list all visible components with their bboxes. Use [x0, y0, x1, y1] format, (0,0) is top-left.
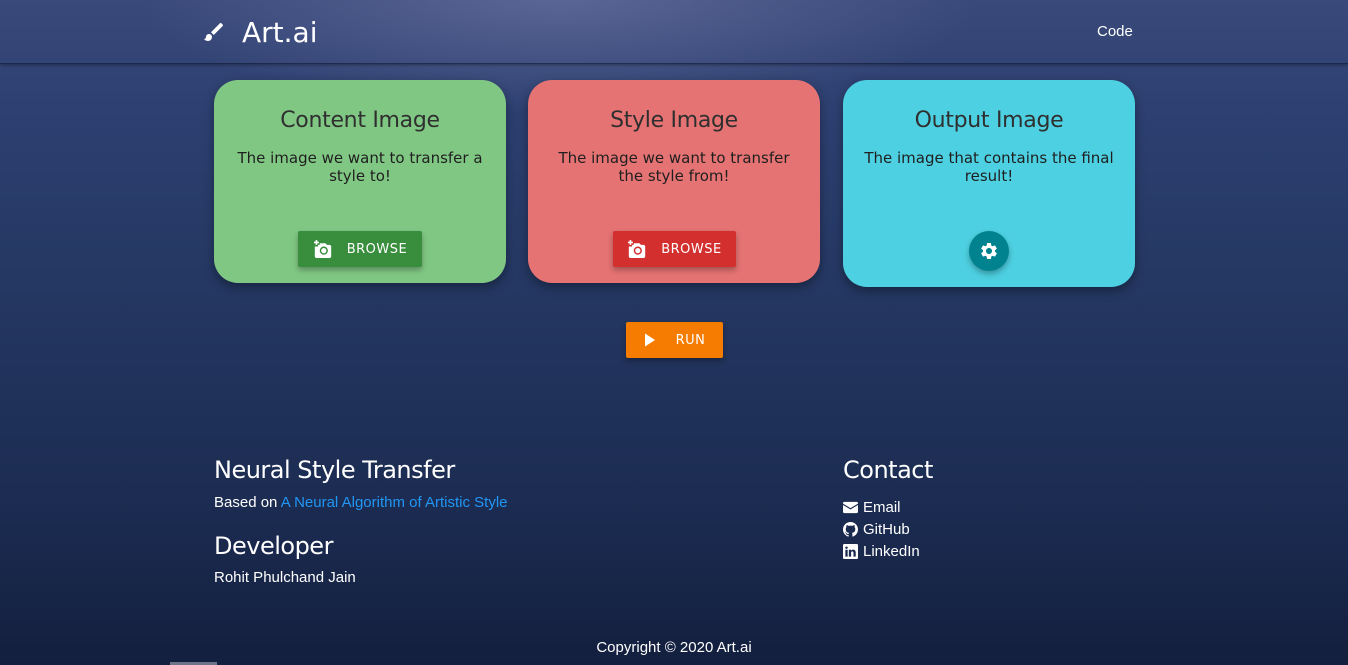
style-image-card: Style Image The image we want to transfe…	[528, 80, 820, 283]
play-icon	[644, 333, 655, 347]
output-card-description: The image that contains the final result…	[864, 149, 1114, 185]
style-card-title: Style Image	[610, 108, 738, 133]
add-photo-icon	[313, 240, 331, 258]
gear-icon	[981, 243, 997, 259]
about-heading: Neural Style Transfer	[214, 456, 455, 484]
paper-link[interactable]: A Neural Algorithm of Artistic Style	[281, 494, 508, 511]
content-image-card: Content Image The image we want to trans…	[214, 80, 506, 283]
developer-name: Rohit Phulchand Jain	[214, 569, 356, 586]
content-card-description: The image we want to transfer a style to…	[237, 149, 483, 185]
run-label: RUN	[675, 332, 706, 348]
based-on-text: Based on A Neural Algorithm of Artistic …	[214, 494, 508, 511]
style-card-description: The image we want to transfer the style …	[558, 149, 790, 185]
output-card-title: Output Image	[914, 108, 1064, 133]
style-browse-label: BROWSE	[661, 241, 722, 257]
linkedin-icon	[843, 544, 858, 559]
output-image-card: Output Image The image that contains the…	[843, 80, 1135, 287]
run-button[interactable]: RUN	[626, 322, 723, 358]
developer-heading: Developer	[214, 532, 333, 560]
code-link[interactable]: Code	[1097, 23, 1133, 40]
paintbrush-icon	[204, 22, 224, 41]
content-browse-button[interactable]: BROWSE	[298, 231, 422, 267]
contact-linkedin-link[interactable]: LinkedIn	[843, 543, 920, 560]
style-browse-button[interactable]: BROWSE	[613, 231, 736, 267]
contact-email-link[interactable]: Email	[843, 499, 901, 516]
content-browse-label: BROWSE	[346, 241, 408, 257]
navbar: Art.ai Code	[0, 0, 1348, 64]
add-photo-icon	[628, 240, 646, 258]
contact-email-label: Email	[863, 499, 901, 516]
github-icon	[843, 522, 858, 537]
brand-name: Art.ai	[242, 15, 318, 49]
output-settings-button[interactable]	[969, 231, 1009, 271]
based-on-prefix: Based on	[214, 494, 278, 511]
brand-link[interactable]: Art.ai	[202, 14, 317, 50]
contact-heading: Contact	[843, 456, 933, 484]
contact-github-link[interactable]: GitHub	[843, 521, 910, 538]
content-card-title: Content Image	[280, 108, 440, 133]
envelope-icon	[843, 501, 858, 514]
contact-github-label: GitHub	[863, 521, 910, 538]
copyright-text: Copyright © 2020 Art.ai	[596, 639, 752, 656]
contact-linkedin-label: LinkedIn	[863, 543, 920, 560]
